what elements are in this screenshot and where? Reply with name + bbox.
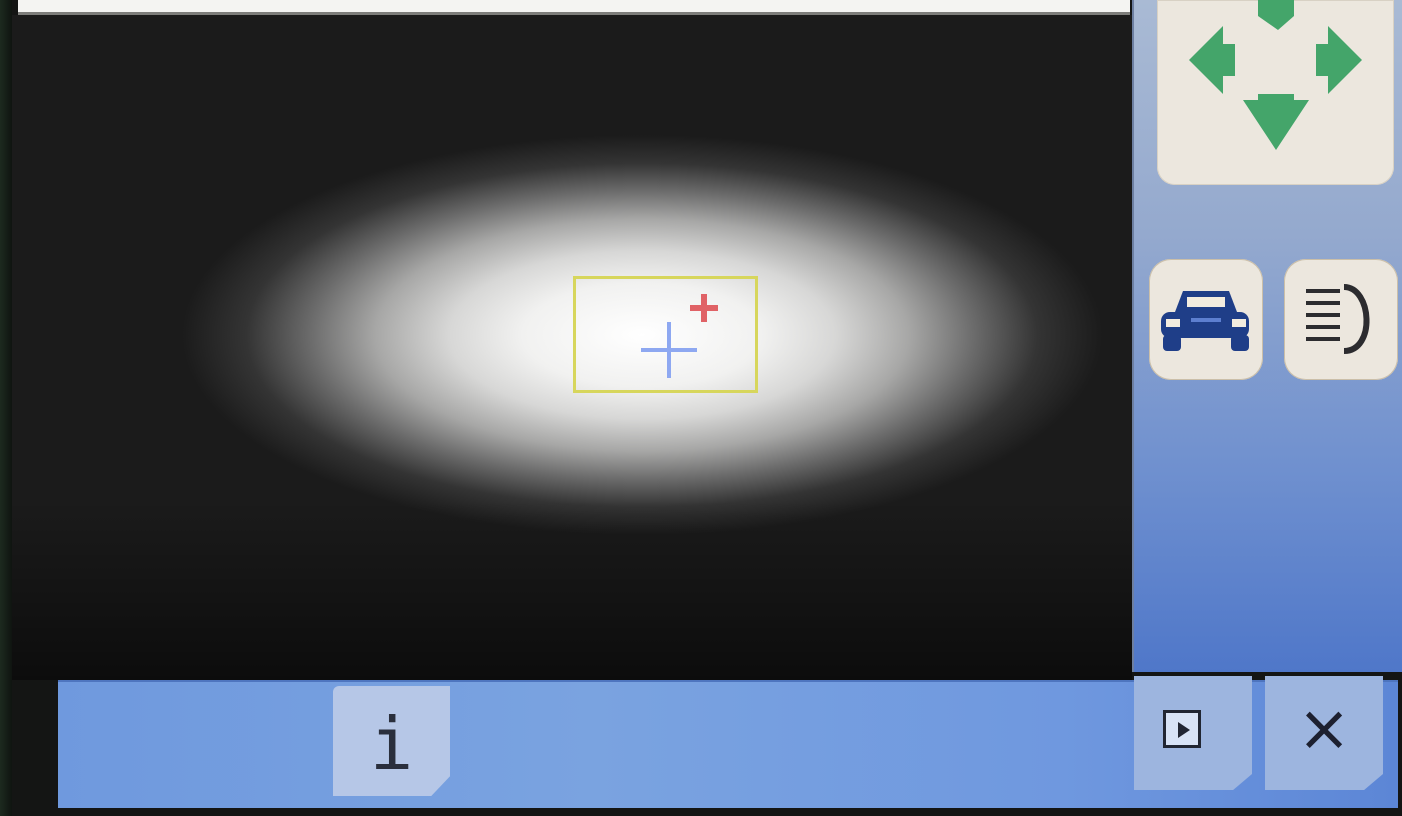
top-status-strip	[18, 0, 1130, 15]
play-icon	[1163, 710, 1201, 748]
close-button[interactable]: ×	[1265, 676, 1383, 790]
pan-arrows-icon	[1189, 0, 1362, 150]
vehicle-mode-button[interactable]	[1149, 259, 1263, 380]
info-icon: i	[369, 702, 414, 786]
center-crosshair-icon	[641, 322, 697, 378]
info-button[interactable]: i	[333, 686, 450, 796]
camera-view	[12, 15, 1132, 680]
close-icon: ×	[1297, 692, 1351, 766]
headlight-beam-button[interactable]	[1284, 259, 1398, 380]
car-icon	[1161, 291, 1249, 351]
headlight-beam-icon	[1306, 284, 1370, 354]
left-bezel	[0, 0, 12, 816]
reference-crosshair-icon	[690, 294, 718, 322]
pan-control-button[interactable]	[1157, 0, 1394, 185]
